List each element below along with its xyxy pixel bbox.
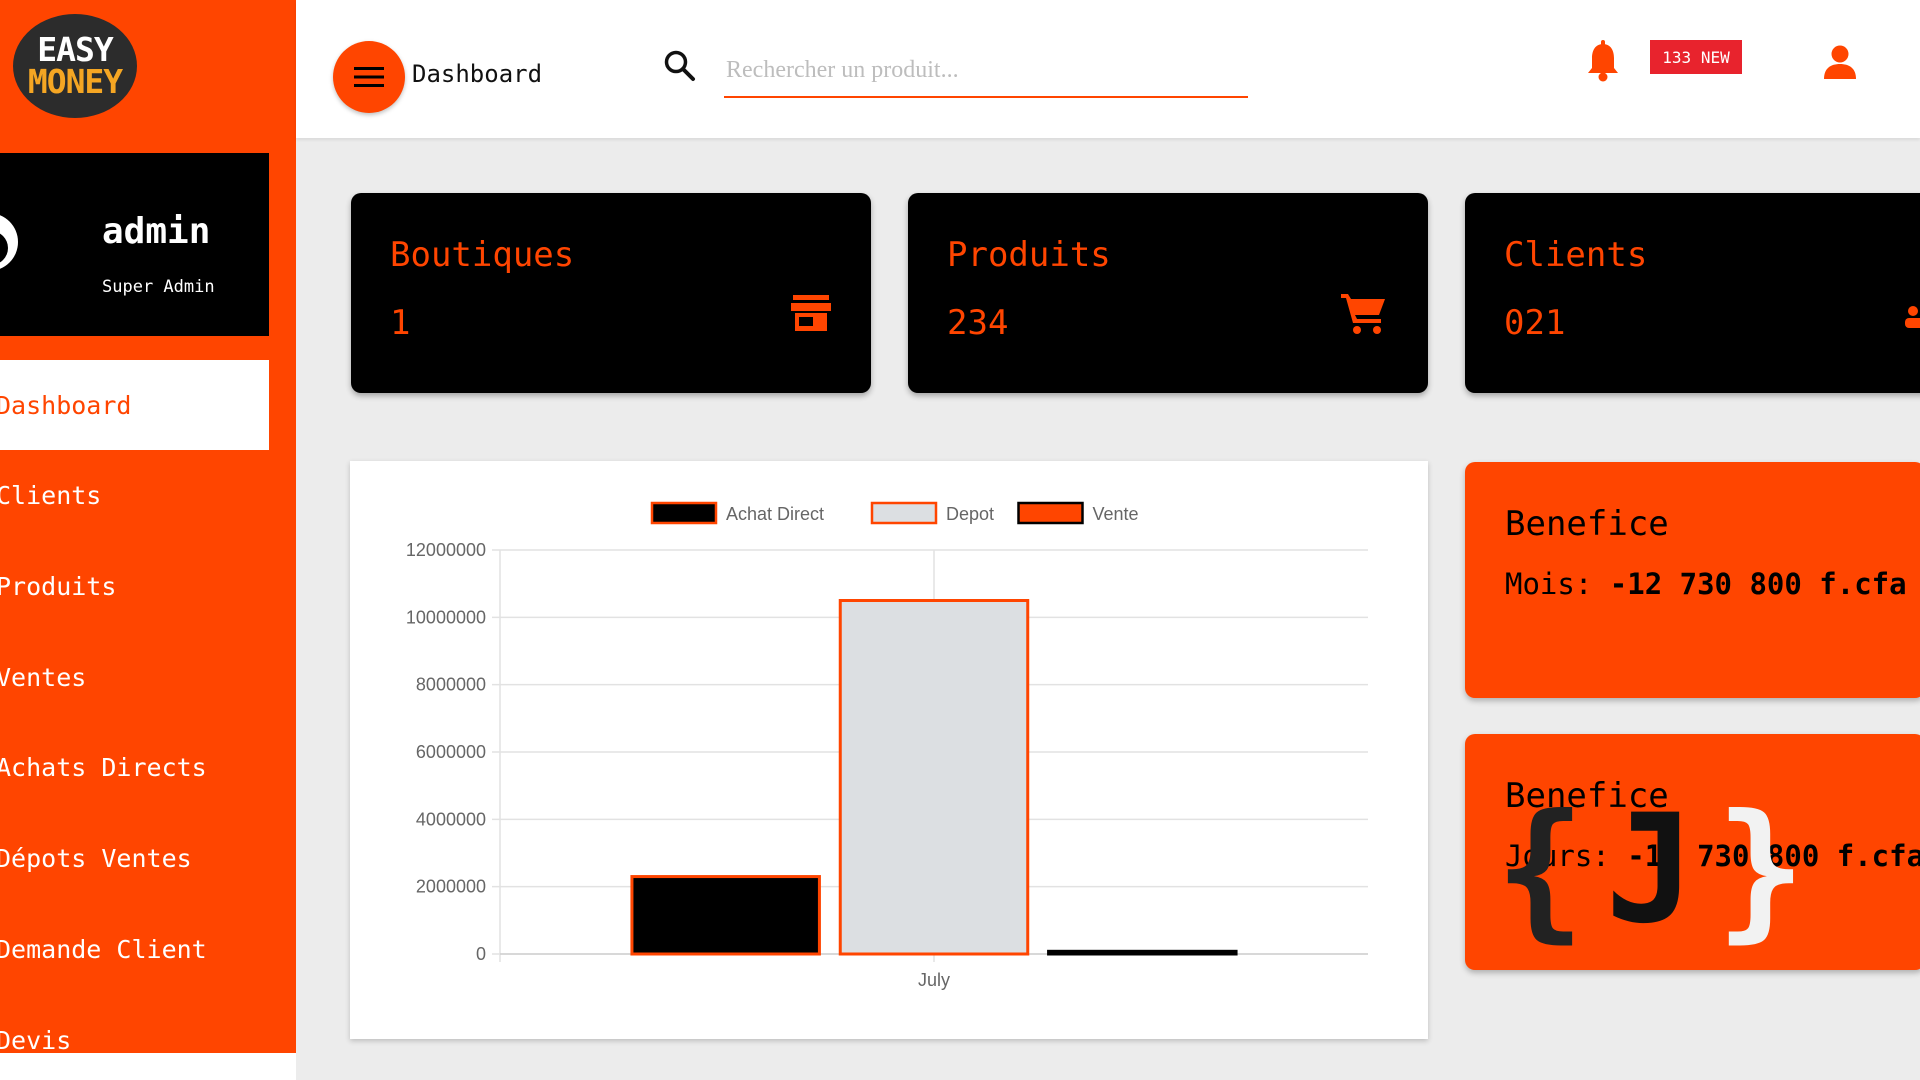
store-icon	[791, 295, 831, 331]
sidebar-item-ventes[interactable]: Ventes	[0, 632, 269, 722]
stat-label: Clients	[1504, 235, 1648, 275]
search-input[interactable]	[724, 44, 1248, 98]
y-tick-label: 10000000	[406, 607, 486, 627]
legend-label: Depot	[946, 504, 994, 524]
sidebar-item-depots-ventes[interactable]: Dépots Ventes	[0, 813, 269, 903]
bar-vente	[1047, 949, 1238, 956]
y-tick-label: 2000000	[416, 877, 486, 897]
cart-icon	[1341, 294, 1385, 334]
y-tick-label: 4000000	[416, 809, 486, 829]
legend-label: Achat Direct	[726, 504, 824, 524]
bell-icon[interactable]	[1585, 40, 1621, 82]
legend-swatch	[870, 501, 938, 525]
sidebar-item-dashboard[interactable]: Dashboard	[0, 360, 269, 450]
brand-logo[interactable]: EASY MONEY	[13, 14, 137, 118]
sidebar-item-label: Dépots Ventes	[0, 843, 192, 873]
menu-toggle-button[interactable]	[333, 41, 405, 113]
stat-value: 234	[947, 303, 1009, 343]
search-icon[interactable]	[663, 49, 697, 83]
sidebar-item-label: Demande Client	[0, 934, 207, 964]
sidebar-item-label: Clients	[0, 480, 102, 510]
y-tick-label: 12000000	[406, 540, 486, 560]
stat-label: Boutiques	[390, 235, 575, 275]
legend-swatch	[650, 501, 718, 525]
profile-role: Super Admin	[102, 277, 215, 297]
hamburger-icon	[354, 67, 384, 87]
y-tick-label: 0	[476, 944, 486, 964]
sidebar-item-demande-client[interactable]: Demande Client	[0, 904, 269, 994]
profit-value: Mois: -12 730 800 f.cfa	[1505, 567, 1907, 601]
profit-amount: -12 730 800 f.cfa	[1609, 567, 1907, 601]
watermark: { J }	[1495, 780, 1806, 960]
notification-badge[interactable]: 133 NEW	[1650, 40, 1742, 74]
y-tick-label: 8000000	[416, 675, 486, 695]
logo-text-bottom: MONEY	[27, 62, 123, 101]
page-title: Dashboard	[412, 60, 543, 88]
sidebar-item-label: Ventes	[0, 662, 87, 692]
stat-card-boutiques[interactable]: Boutiques 1	[351, 193, 871, 393]
bar-depot	[838, 599, 1030, 956]
chart-card: 0 2000000 4000000 6000000 8000000 10000000 120…	[350, 461, 1428, 1039]
sidebar-item-produits[interactable]: Produits	[0, 541, 269, 631]
sidebar: EASY MONEY admin Super Admin Dashboard C…	[0, 0, 296, 1053]
avatar	[0, 213, 18, 271]
stat-label: Produits	[947, 235, 1111, 275]
bar-chart: 0 2000000 4000000 6000000 8000000 10000000 120…	[406, 501, 1368, 990]
sidebar-item-devis[interactable]: Devis	[0, 995, 269, 1054]
stat-value: 021	[1504, 303, 1566, 343]
stat-card-clients[interactable]: Clients 021	[1465, 193, 1920, 393]
user-icon[interactable]	[1822, 44, 1858, 80]
sidebar-item-label: Dashboard	[0, 390, 132, 420]
stat-value: 1	[390, 303, 411, 343]
topbar: Dashboard 133 NEW	[296, 0, 1920, 138]
profit-title: Benefice	[1505, 504, 1669, 544]
profit-card-month: Benefice Mois: -12 730 800 f.cfa	[1465, 462, 1920, 698]
x-tick-label: July	[918, 970, 950, 990]
sidebar-item-achats-directs[interactable]: Achats Directs	[0, 722, 269, 812]
sidebar-footer	[0, 1053, 296, 1080]
sidebar-item-label: Produits	[0, 571, 117, 601]
legend-label: Vente	[1093, 504, 1139, 524]
watermark-left-brace: {	[1495, 783, 1586, 957]
stat-card-produits[interactable]: Produits 234	[908, 193, 1428, 393]
watermark-letter: J	[1605, 783, 1696, 957]
profit-prefix: Mois:	[1505, 567, 1593, 601]
sidebar-item-clients[interactable]: Clients	[0, 450, 269, 540]
people-icon	[1905, 306, 1920, 328]
profile-card: admin Super Admin	[0, 153, 269, 336]
bar-achat-direct	[630, 875, 821, 956]
sidebar-item-label: Achats Directs	[0, 752, 207, 782]
sidebar-item-label: Devis	[0, 1025, 72, 1054]
legend-swatch	[1017, 501, 1084, 525]
watermark-right-brace: }	[1715, 783, 1806, 957]
y-tick-label: 6000000	[416, 742, 486, 762]
profile-name: admin	[102, 211, 211, 252]
